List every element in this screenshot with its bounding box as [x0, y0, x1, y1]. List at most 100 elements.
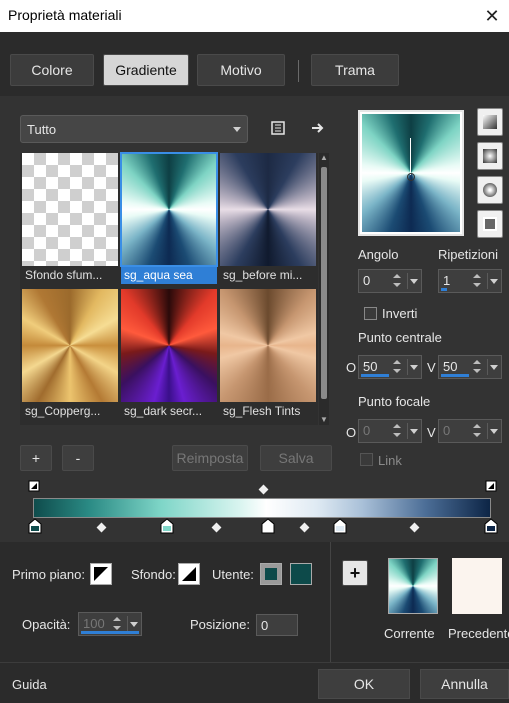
gradient-tile[interactable]: sg_Flesh Tints — [220, 289, 316, 420]
gradient-tile-selected[interactable]: sg_aqua sea — [120, 152, 218, 284]
gradient-tile[interactable]: Sfondo sfum... — [22, 153, 118, 284]
repeats-input[interactable]: 1 — [438, 269, 502, 293]
radial-style-button[interactable] — [477, 210, 503, 238]
opacity-stop-icon[interactable] — [485, 480, 497, 492]
previous-label: Precedente — [448, 626, 509, 641]
chevron-down-icon[interactable] — [407, 359, 419, 375]
category-dropdown[interactable]: Tutto — [20, 115, 248, 143]
center-handle-icon[interactable] — [407, 173, 416, 181]
tab-trama[interactable]: Trama — [311, 54, 399, 86]
stepper-icon[interactable] — [393, 358, 403, 376]
gradient-bar[interactable] — [33, 498, 491, 518]
add-swatch-button[interactable]: + — [342, 560, 368, 586]
center-o-value: 50 — [363, 359, 378, 374]
window-title: Proprietà materiali — [8, 7, 122, 23]
focal-v-value: 0 — [443, 423, 451, 438]
user-swatch-color — [265, 568, 277, 580]
save-button[interactable]: Salva — [260, 445, 332, 471]
reset-button[interactable]: Reimposta — [172, 445, 248, 471]
user-color-swatch[interactable] — [290, 563, 312, 585]
stepper-icon[interactable] — [473, 422, 483, 440]
scroll-up-icon[interactable]: ▲ — [319, 153, 329, 163]
invert-checkbox[interactable] — [364, 307, 377, 320]
tab-motivo[interactable]: Motivo — [197, 54, 285, 86]
scroll-down-icon[interactable]: ▼ — [319, 415, 329, 425]
gradient-label: sg_Flesh Tints — [223, 404, 301, 418]
user-swatch-selected[interactable] — [260, 563, 282, 585]
color-midpoint-icon[interactable] — [211, 522, 222, 533]
link-checkbox[interactable] — [360, 453, 373, 466]
stepper-icon[interactable] — [393, 422, 403, 440]
close-icon[interactable]: ✕ — [475, 0, 509, 32]
opacity-label: Opacità: — [22, 617, 71, 632]
sunburst-gradient-icon — [483, 183, 497, 197]
linear-gradient-icon — [483, 115, 497, 129]
gradient-tile[interactable]: sg_before mi... — [220, 153, 316, 284]
add-button[interactable]: + — [20, 445, 52, 471]
opacity-input[interactable]: 100 — [78, 612, 142, 636]
gradient-editor — [20, 476, 498, 536]
arrow-right-icon[interactable] — [308, 118, 328, 138]
opacity-midpoint-icon[interactable] — [258, 484, 269, 495]
angle-handle-icon[interactable] — [410, 137, 412, 176]
center-point-label: Punto centrale — [358, 330, 442, 345]
help-link[interactable]: Guida — [12, 677, 47, 692]
stepper-icon[interactable] — [473, 358, 483, 376]
gradient-tile[interactable]: sg_Copperg... — [22, 289, 118, 420]
tab-gradiente[interactable]: Gradiente — [103, 54, 189, 86]
chevron-down-icon — [233, 127, 241, 132]
bottom-panel: Primo piano: Sfondo: Utente: Opacità: 10… — [0, 542, 509, 662]
opacity-slider-fill — [81, 631, 139, 634]
focal-o-input[interactable]: 0 — [358, 419, 422, 443]
chevron-down-icon[interactable] — [487, 423, 499, 439]
stepper-icon[interactable] — [393, 272, 403, 290]
center-o-input[interactable]: 50 — [358, 355, 422, 379]
color-stop-icon[interactable] — [28, 518, 42, 534]
gradient-panel: Tutto Sfondo sfum... sg_aqua sea sg_befo… — [0, 96, 509, 542]
gradient-scrollbar[interactable]: ▲ ▼ — [319, 153, 329, 425]
linear-style-button[interactable] — [477, 108, 503, 136]
foreground-swatch[interactable] — [90, 563, 112, 585]
scroll-thumb[interactable] — [321, 167, 327, 399]
gradient-tile[interactable]: sg_dark secr... — [121, 289, 217, 420]
angle-input[interactable]: 0 — [358, 269, 422, 293]
invert-label: Inverti — [382, 306, 418, 321]
focal-o-label: O — [346, 425, 357, 440]
gradient-preview[interactable] — [358, 110, 464, 236]
remove-button[interactable]: - — [62, 445, 94, 471]
category-value: Tutto — [27, 122, 57, 137]
library-icon[interactable] — [268, 118, 288, 138]
center-v-input[interactable]: 50 — [438, 355, 502, 379]
chevron-down-icon[interactable] — [487, 359, 499, 375]
position-input[interactable]: 0 — [256, 614, 298, 636]
color-midpoint-icon[interactable] — [299, 522, 310, 533]
opacity-value: 100 — [83, 616, 105, 631]
focal-v-input[interactable]: 0 — [438, 419, 502, 443]
foreground-label: Primo piano: — [12, 567, 85, 582]
color-stop-icon[interactable] — [333, 518, 347, 534]
color-midpoint-icon[interactable] — [409, 522, 420, 533]
color-stop-icon[interactable] — [484, 518, 498, 534]
color-stop-icon[interactable] — [261, 518, 275, 534]
color-midpoint-icon[interactable] — [96, 522, 107, 533]
repeats-label: Ripetizioni — [438, 247, 498, 262]
chevron-down-icon[interactable] — [487, 273, 499, 289]
background-swatch[interactable] — [178, 563, 200, 585]
ok-button[interactable]: OK — [318, 669, 410, 699]
previous-swatch[interactable] — [452, 558, 502, 614]
gradient-swatch — [220, 153, 316, 266]
chevron-down-icon[interactable] — [127, 616, 139, 632]
chevron-down-icon[interactable] — [407, 423, 419, 439]
opacity-stop-icon[interactable] — [28, 480, 40, 492]
cancel-button[interactable]: Annulla — [420, 669, 509, 699]
stepper-icon[interactable] — [473, 272, 483, 290]
rectangular-style-button[interactable] — [477, 142, 503, 170]
foreground-gradient-icon — [94, 567, 108, 581]
sunburst-style-button[interactable] — [477, 176, 503, 204]
color-stop-icon[interactable] — [160, 518, 174, 534]
gradient-swatch — [22, 153, 118, 266]
tab-colore[interactable]: Colore — [10, 54, 94, 86]
gradient-swatch — [220, 289, 316, 402]
gradient-grid: Sfondo sfum... sg_aqua sea sg_before mi.… — [20, 152, 318, 425]
chevron-down-icon[interactable] — [407, 273, 419, 289]
